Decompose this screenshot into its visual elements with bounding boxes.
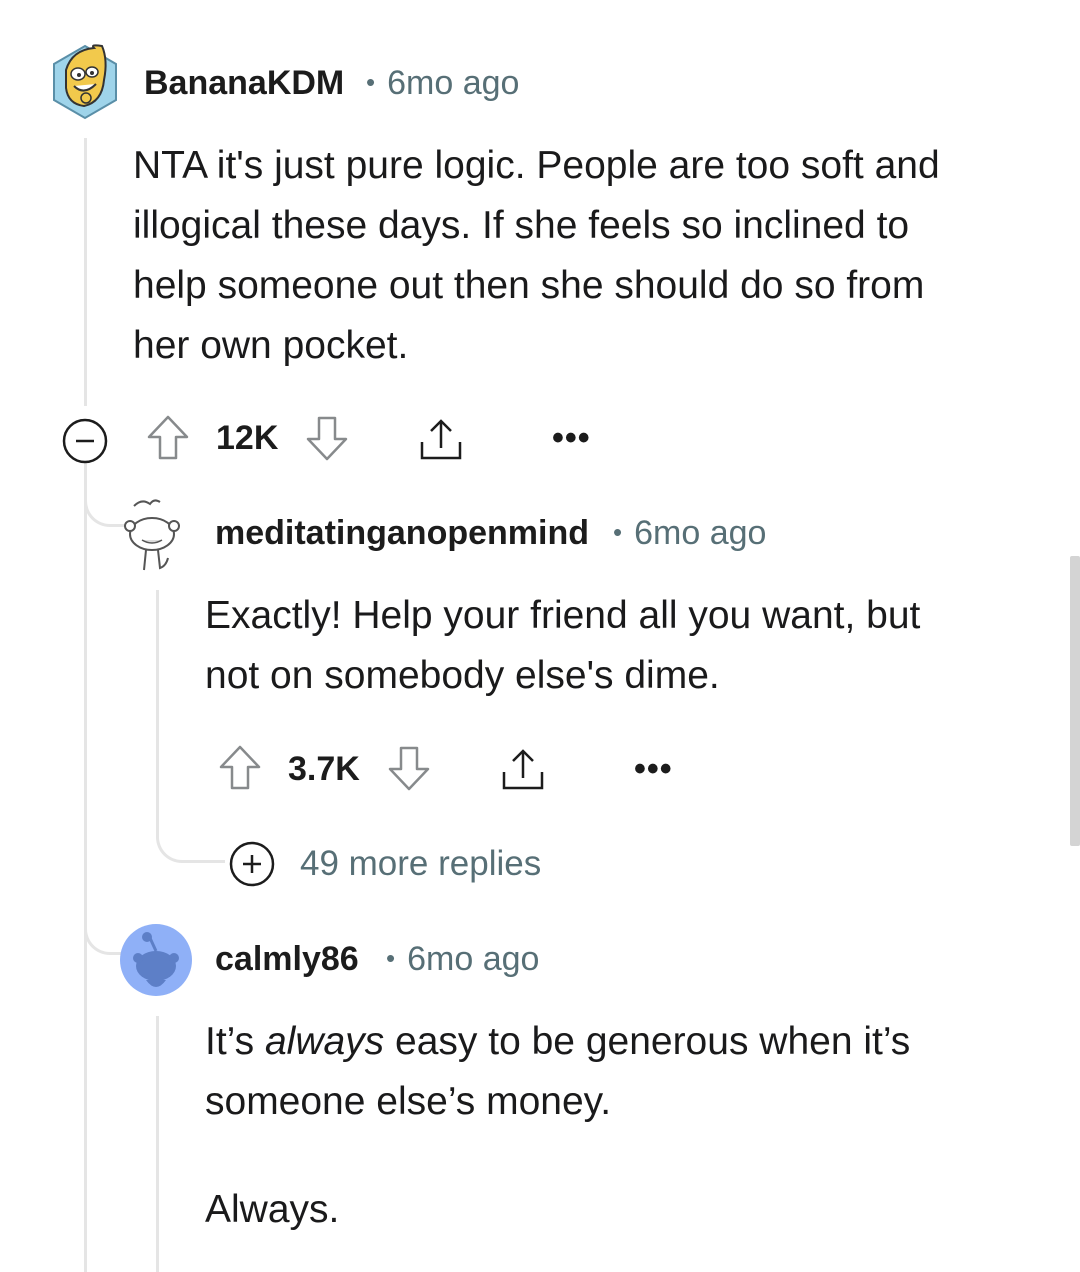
thread-line-root-lower[interactable] <box>84 462 87 1272</box>
vote-count: 12K <box>216 419 279 457</box>
body-line: help someone out then she should do so f… <box>133 264 925 307</box>
body-line: not on somebody else's dime. <box>205 654 720 697</box>
more-replies-link[interactable]: 49 more replies <box>300 844 541 884</box>
thread-connector-reply1 <box>84 462 125 527</box>
downvote-icon[interactable] <box>305 414 349 462</box>
comment-timestamp: • 6mo ago <box>386 940 539 979</box>
body-text-segment: It’s <box>205 1020 265 1063</box>
timestamp-text: 6mo ago <box>634 514 767 552</box>
snoo-blue-avatar-icon[interactable] <box>120 924 192 996</box>
banana-avatar-icon[interactable] <box>50 40 120 120</box>
upvote-icon[interactable] <box>218 744 262 792</box>
thread-line-reply2[interactable] <box>156 1016 159 1272</box>
snoo-sketch-avatar-icon[interactable] <box>120 496 184 574</box>
upvote-icon[interactable] <box>146 414 190 462</box>
expand-plus-icon[interactable] <box>228 840 276 888</box>
timestamp-text: 6mo ago <box>387 64 520 102</box>
share-icon[interactable] <box>418 416 464 462</box>
comment-timestamp: • 6mo ago <box>613 514 766 553</box>
more-options-button[interactable]: ••• <box>552 419 591 458</box>
vote-count: 3.7K <box>288 750 360 788</box>
body-text-segment: easy to be generous when it’s <box>384 1020 911 1063</box>
meta-separator: • <box>366 66 376 97</box>
comment-body: It’s always easy to be generous when it’… <box>205 1012 1045 1240</box>
body-line: someone else’s money. <box>205 1080 612 1123</box>
timestamp-text: 6mo ago <box>407 940 540 978</box>
scrollbar-thumb[interactable] <box>1070 556 1080 846</box>
collapse-icon[interactable] <box>61 417 109 465</box>
comment-username[interactable]: meditatinganopenmind <box>215 514 589 553</box>
emphasis-text: always <box>264 1020 385 1063</box>
body-line: Exactly! Help your friend all you want, … <box>205 594 921 637</box>
thread-connector-reply2 <box>84 880 125 955</box>
meta-separator: • <box>613 516 623 547</box>
comment-body: NTA it's just pure logic. People are too… <box>133 136 1033 376</box>
comment-username[interactable]: BananaKDM <box>144 64 344 103</box>
share-icon[interactable] <box>500 746 546 792</box>
comment-username[interactable]: calmly86 <box>215 940 359 979</box>
comment-body: Exactly! Help your friend all you want, … <box>205 586 1045 706</box>
body-line: Always. <box>205 1188 340 1231</box>
more-options-button[interactable]: ••• <box>634 750 673 789</box>
thread-line-root[interactable] <box>84 138 87 406</box>
body-line: her own pocket. <box>133 324 409 367</box>
downvote-icon[interactable] <box>387 744 431 792</box>
body-line: illogical these days. If she feels so in… <box>133 204 910 247</box>
body-line: It’s always easy to be generous when it’… <box>205 1012 1045 1072</box>
thread-connector-more-replies <box>156 790 225 863</box>
comment-timestamp: • 6mo ago <box>366 64 519 103</box>
thread-line-reply1[interactable] <box>156 590 159 820</box>
meta-separator: • <box>386 942 396 973</box>
body-line: NTA it's just pure logic. People are too… <box>133 144 940 187</box>
